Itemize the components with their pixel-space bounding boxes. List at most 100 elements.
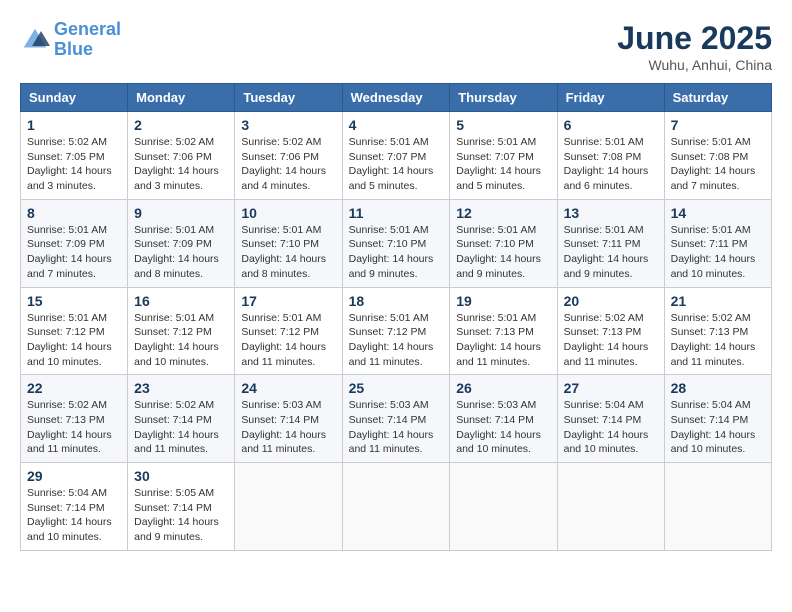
- day-info: Sunrise: 5:05 AM Sunset: 7:14 PM Dayligh…: [134, 486, 228, 545]
- calendar-cell: 1 Sunrise: 5:02 AM Sunset: 7:05 PM Daylig…: [21, 112, 128, 200]
- calendar-cell: [557, 463, 664, 551]
- calendar-cell: [235, 463, 342, 551]
- day-info: Sunrise: 5:04 AM Sunset: 7:14 PM Dayligh…: [27, 486, 121, 545]
- day-info: Sunrise: 5:04 AM Sunset: 7:14 PM Dayligh…: [671, 398, 765, 457]
- calendar-cell: 28Sunrise: 5:04 AM Sunset: 7:14 PM Dayli…: [664, 375, 771, 463]
- calendar-cell: 7 Sunrise: 5:01 AM Sunset: 7:08 PM Daylig…: [664, 112, 771, 200]
- day-info: Sunrise: 5:02 AM Sunset: 7:13 PM Dayligh…: [27, 398, 121, 457]
- calendar-cell: [450, 463, 557, 551]
- calendar-cell: 4Sunrise: 5:01 AM Sunset: 7:07 PM Daylig…: [342, 112, 450, 200]
- calendar-cell: 3 Sunrise: 5:02 AM Sunset: 7:06 PM Daylig…: [235, 112, 342, 200]
- day-number: 13: [564, 205, 658, 221]
- day-number: 27: [564, 380, 658, 396]
- calendar-cell: 22 Sunrise: 5:02 AM Sunset: 7:13 PM Dayli…: [21, 375, 128, 463]
- logo: General Blue: [20, 20, 121, 60]
- calendar-cell: 10Sunrise: 5:01 AM Sunset: 7:10 PM Dayli…: [235, 199, 342, 287]
- calendar-cell: 17 Sunrise: 5:01 AM Sunset: 7:12 PM Dayli…: [235, 287, 342, 375]
- day-number: 17: [241, 293, 335, 309]
- calendar-header-tuesday: Tuesday: [235, 84, 342, 112]
- day-number: 23: [134, 380, 228, 396]
- calendar-header-row: SundayMondayTuesdayWednesdayThursdayFrid…: [21, 84, 772, 112]
- day-number: 20: [564, 293, 658, 309]
- day-number: 19: [456, 293, 550, 309]
- calendar-cell: 26Sunrise: 5:03 AM Sunset: 7:14 PM Dayli…: [450, 375, 557, 463]
- calendar-cell: 16Sunrise: 5:01 AM Sunset: 7:12 PM Dayli…: [128, 287, 235, 375]
- calendar-cell: 14 Sunrise: 5:01 AM Sunset: 7:11 PM Dayli…: [664, 199, 771, 287]
- day-info: Sunrise: 5:01 AM Sunset: 7:11 PM Dayligh…: [671, 223, 765, 282]
- day-info: Sunrise: 5:01 AM Sunset: 7:07 PM Dayligh…: [456, 135, 550, 194]
- calendar-header-sunday: Sunday: [21, 84, 128, 112]
- day-info: Sunrise: 5:01 AM Sunset: 7:08 PM Dayligh…: [671, 135, 765, 194]
- calendar-cell: 24Sunrise: 5:03 AM Sunset: 7:14 PM Dayli…: [235, 375, 342, 463]
- calendar-cell: 12 Sunrise: 5:01 AM Sunset: 7:10 PM Dayli…: [450, 199, 557, 287]
- calendar-cell: 21 Sunrise: 5:02 AM Sunset: 7:13 PM Dayli…: [664, 287, 771, 375]
- day-info: Sunrise: 5:02 AM Sunset: 7:06 PM Dayligh…: [241, 135, 335, 194]
- calendar-week-row: 1 Sunrise: 5:02 AM Sunset: 7:05 PM Daylig…: [21, 112, 772, 200]
- calendar-cell: 25 Sunrise: 5:03 AM Sunset: 7:14 PM Dayli…: [342, 375, 450, 463]
- day-number: 21: [671, 293, 765, 309]
- day-number: 7: [671, 117, 765, 133]
- logo-text: General Blue: [54, 20, 121, 60]
- calendar-cell: 2Sunrise: 5:02 AM Sunset: 7:06 PM Daylig…: [128, 112, 235, 200]
- calendar-header-saturday: Saturday: [664, 84, 771, 112]
- day-number: 6: [564, 117, 658, 133]
- day-info: Sunrise: 5:04 AM Sunset: 7:14 PM Dayligh…: [564, 398, 658, 457]
- day-info: Sunrise: 5:01 AM Sunset: 7:10 PM Dayligh…: [456, 223, 550, 282]
- day-number: 3: [241, 117, 335, 133]
- day-info: Sunrise: 5:01 AM Sunset: 7:12 PM Dayligh…: [134, 311, 228, 370]
- day-info: Sunrise: 5:02 AM Sunset: 7:14 PM Dayligh…: [134, 398, 228, 457]
- calendar-header-monday: Monday: [128, 84, 235, 112]
- header: General Blue June 2025 Wuhu, Anhui, Chin…: [20, 20, 772, 73]
- day-number: 22: [27, 380, 121, 396]
- calendar-week-row: 22 Sunrise: 5:02 AM Sunset: 7:13 PM Dayli…: [21, 375, 772, 463]
- logo-icon: [20, 25, 50, 55]
- day-info: Sunrise: 5:01 AM Sunset: 7:08 PM Dayligh…: [564, 135, 658, 194]
- logo-line1: General: [54, 19, 121, 39]
- calendar-cell: 27 Sunrise: 5:04 AM Sunset: 7:14 PM Dayli…: [557, 375, 664, 463]
- day-info: Sunrise: 5:01 AM Sunset: 7:12 PM Dayligh…: [241, 311, 335, 370]
- day-info: Sunrise: 5:01 AM Sunset: 7:10 PM Dayligh…: [349, 223, 444, 282]
- calendar-week-row: 8 Sunrise: 5:01 AM Sunset: 7:09 PM Daylig…: [21, 199, 772, 287]
- day-info: Sunrise: 5:03 AM Sunset: 7:14 PM Dayligh…: [349, 398, 444, 457]
- day-number: 15: [27, 293, 121, 309]
- logo-line2: Blue: [54, 39, 93, 59]
- day-number: 26: [456, 380, 550, 396]
- day-info: Sunrise: 5:01 AM Sunset: 7:07 PM Dayligh…: [349, 135, 444, 194]
- location: Wuhu, Anhui, China: [617, 57, 772, 73]
- day-number: 14: [671, 205, 765, 221]
- day-number: 30: [134, 468, 228, 484]
- calendar-cell: [664, 463, 771, 551]
- calendar-cell: 18Sunrise: 5:01 AM Sunset: 7:12 PM Dayli…: [342, 287, 450, 375]
- calendar-cell: 11 Sunrise: 5:01 AM Sunset: 7:10 PM Dayli…: [342, 199, 450, 287]
- calendar-cell: [342, 463, 450, 551]
- day-number: 5: [456, 117, 550, 133]
- day-number: 29: [27, 468, 121, 484]
- day-info: Sunrise: 5:01 AM Sunset: 7:09 PM Dayligh…: [134, 223, 228, 282]
- calendar-cell: 6 Sunrise: 5:01 AM Sunset: 7:08 PM Daylig…: [557, 112, 664, 200]
- day-number: 12: [456, 205, 550, 221]
- calendar-cell: 20Sunrise: 5:02 AM Sunset: 7:13 PM Dayli…: [557, 287, 664, 375]
- day-number: 1: [27, 117, 121, 133]
- day-number: 11: [349, 205, 444, 221]
- day-number: 2: [134, 117, 228, 133]
- day-info: Sunrise: 5:02 AM Sunset: 7:13 PM Dayligh…: [671, 311, 765, 370]
- calendar-cell: 29 Sunrise: 5:04 AM Sunset: 7:14 PM Dayli…: [21, 463, 128, 551]
- calendar-week-row: 15 Sunrise: 5:01 AM Sunset: 7:12 PM Dayli…: [21, 287, 772, 375]
- day-info: Sunrise: 5:01 AM Sunset: 7:10 PM Dayligh…: [241, 223, 335, 282]
- calendar-header-wednesday: Wednesday: [342, 84, 450, 112]
- day-info: Sunrise: 5:02 AM Sunset: 7:05 PM Dayligh…: [27, 135, 121, 194]
- calendar-header-friday: Friday: [557, 84, 664, 112]
- calendar-table: SundayMondayTuesdayWednesdayThursdayFrid…: [20, 83, 772, 551]
- day-info: Sunrise: 5:01 AM Sunset: 7:09 PM Dayligh…: [27, 223, 121, 282]
- calendar-cell: 5 Sunrise: 5:01 AM Sunset: 7:07 PM Daylig…: [450, 112, 557, 200]
- calendar-header-thursday: Thursday: [450, 84, 557, 112]
- month-year: June 2025: [617, 20, 772, 57]
- calendar-cell: 15Sunrise: 5:01 AM Sunset: 7:12 PM Dayli…: [21, 287, 128, 375]
- day-info: Sunrise: 5:01 AM Sunset: 7:13 PM Dayligh…: [456, 311, 550, 370]
- calendar-cell: 19 Sunrise: 5:01 AM Sunset: 7:13 PM Dayli…: [450, 287, 557, 375]
- day-info: Sunrise: 5:01 AM Sunset: 7:11 PM Dayligh…: [564, 223, 658, 282]
- day-number: 18: [349, 293, 444, 309]
- day-number: 25: [349, 380, 444, 396]
- day-number: 24: [241, 380, 335, 396]
- day-number: 8: [27, 205, 121, 221]
